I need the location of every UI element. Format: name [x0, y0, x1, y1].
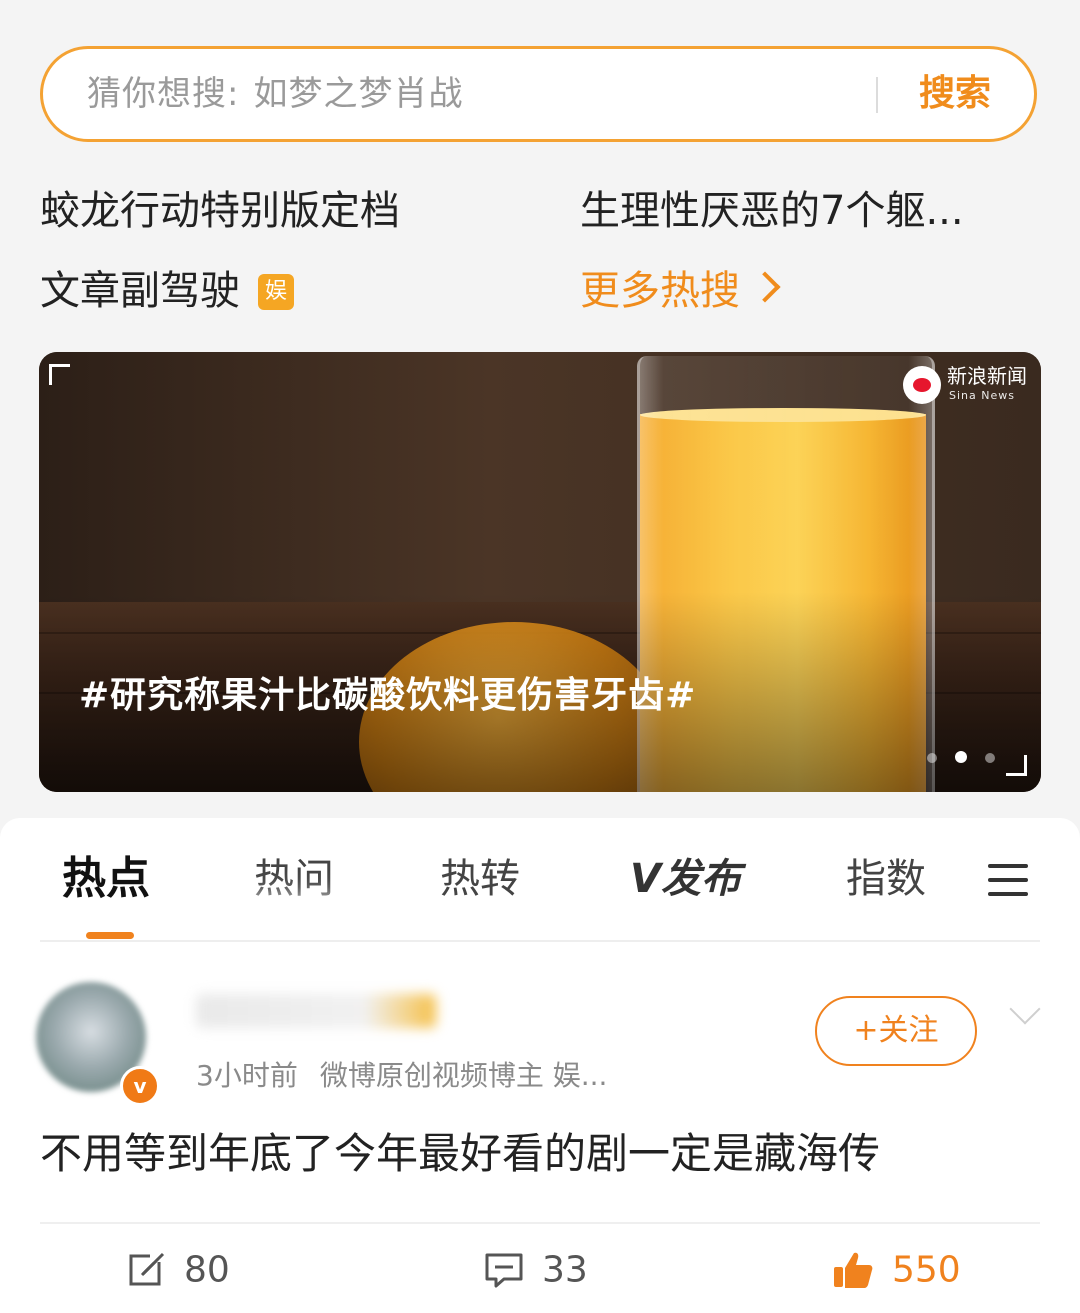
- banner-source-sub: Sina News: [949, 389, 1015, 402]
- menu-icon[interactable]: [988, 864, 1028, 898]
- menu-icon-bar: [988, 892, 1028, 896]
- news-banner[interactable]: 新浪新闻 Sina News #研究称果汁比碳酸饮料更伤害牙齿#: [39, 352, 1041, 792]
- hot-search-item-1[interactable]: 蛟龙行动特别版定档: [40, 186, 400, 236]
- post-divider: [40, 1222, 1040, 1224]
- search-prompt-label: 猜你想搜:: [87, 74, 240, 114]
- comment-icon: [485, 1253, 523, 1288]
- tab-hot[interactable]: 热点: [62, 854, 150, 904]
- menu-icon-bar: [988, 878, 1028, 882]
- entertainment-badge: 娱: [258, 274, 294, 310]
- corner-bracket-icon: [49, 364, 70, 385]
- tab-publish[interactable]: V发布: [630, 854, 741, 904]
- tab-hot-reposts[interactable]: 热转: [440, 854, 520, 904]
- hot-search-item-2[interactable]: 生理性厌恶的7个躯...: [580, 186, 964, 236]
- search-divider: [876, 77, 878, 113]
- repost-count: 80: [184, 1249, 230, 1291]
- menu-icon-bar: [988, 864, 1028, 868]
- like-button[interactable]: 550: [832, 1248, 961, 1291]
- tabs-divider: [40, 940, 1040, 942]
- carousel-dot[interactable]: [985, 753, 995, 763]
- active-tab-indicator: [86, 932, 134, 939]
- v-logo-icon: V: [630, 856, 661, 902]
- chevron-down-icon[interactable]: [1009, 993, 1041, 1025]
- redaction-blur: [200, 898, 400, 1008]
- post-time: 3小时前: [196, 1059, 298, 1092]
- hot-search-item-3-label: 文章副驾驶: [40, 268, 240, 314]
- banner-source-name: 新浪新闻: [947, 364, 1027, 388]
- tab-hot-questions[interactable]: 热问: [254, 854, 334, 904]
- repost-icon: [129, 1252, 165, 1286]
- post-author-info: 微博原创视频博主 娱...: [319, 1059, 608, 1092]
- thumbs-up-icon: [834, 1252, 873, 1288]
- feed-tabs: 热点 热问 热转 V发布 指数: [0, 818, 1080, 1008]
- search-bar[interactable]: 猜你想搜: 如梦之梦肖战 搜索: [40, 46, 1037, 142]
- banner-subtitle-blurred: [79, 730, 409, 764]
- hot-search-item-3[interactable]: 文章副驾驶娱: [40, 266, 294, 316]
- post-meta: 3小时前 微博原创视频博主 娱...: [196, 1054, 607, 1094]
- more-hot-searches-link[interactable]: 更多热搜: [580, 266, 781, 316]
- repost-button[interactable]: 80: [128, 1248, 230, 1291]
- corner-bracket-icon: [1006, 755, 1027, 776]
- search-input[interactable]: 猜你想搜: 如梦之梦肖战: [87, 49, 463, 139]
- carousel-dots[interactable]: [927, 748, 1013, 767]
- comment-button[interactable]: 33: [484, 1248, 588, 1291]
- tab-index[interactable]: 指数: [846, 854, 926, 904]
- like-count: 550: [892, 1249, 961, 1291]
- tab-publish-label: 发布: [660, 856, 741, 902]
- search-button[interactable]: 搜索: [919, 49, 991, 139]
- post-text[interactable]: 不用等到年底了今年最好看的剧一定是藏海传: [40, 1126, 880, 1182]
- carousel-dot[interactable]: [927, 753, 937, 763]
- verified-badge-icon: v: [120, 1066, 160, 1106]
- carousel-dot-active[interactable]: [955, 751, 967, 763]
- username-blurred[interactable]: [196, 994, 436, 1028]
- follow-button[interactable]: +关注: [815, 996, 977, 1066]
- search-suggested-term: 如梦之梦肖战: [253, 74, 464, 114]
- comment-count: 33: [542, 1249, 588, 1291]
- more-hot-searches-label: 更多热搜: [580, 268, 740, 314]
- chevron-right-icon: [749, 271, 781, 303]
- sina-logo-icon: [903, 366, 941, 404]
- page: 猜你想搜: 如梦之梦肖战 搜索 蛟龙行动特别版定档 生理性厌恶的7个躯... 文章…: [0, 0, 1080, 1313]
- feed-card: 热点 热问 热转 V发布 指数 v 3小时前 微博原创视频博主 娱... +关注 …: [0, 818, 1080, 1313]
- banner-title[interactable]: #研究称果汁比碳酸饮料更伤害牙齿#: [79, 666, 696, 718]
